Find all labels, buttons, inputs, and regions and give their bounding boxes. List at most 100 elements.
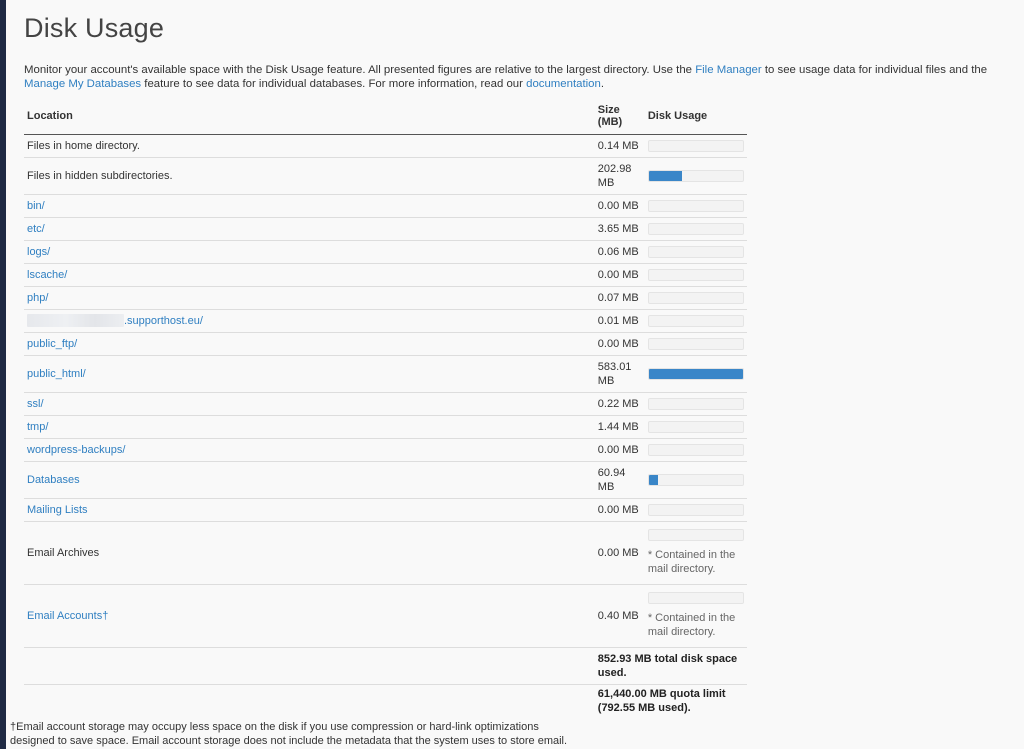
location-link-etc[interactable]: etc/ xyxy=(27,223,45,235)
row-size: 0.06 MB xyxy=(594,240,645,264)
table-row: php/ 0.07 MB xyxy=(24,286,747,310)
row-usage xyxy=(644,286,747,310)
mailing-lists-link[interactable]: Mailing Lists xyxy=(27,504,88,516)
table-row: Files in hidden subdirectories. 202.98 M… xyxy=(24,157,747,195)
row-size: 0.00 MB xyxy=(594,521,645,585)
location-link-lscache[interactable]: lscache/ xyxy=(27,269,67,281)
usage-bar xyxy=(647,222,744,235)
table-row: public_html/ 583.01 MB xyxy=(24,355,747,393)
file-manager-link[interactable]: File Manager xyxy=(695,64,761,76)
quota-limit: 61,440.00 MB quota limit (792.55 MB used… xyxy=(597,688,726,715)
row-size: 0.40 MB xyxy=(594,584,645,648)
row-location: Files in home directory. xyxy=(24,134,595,158)
row-usage xyxy=(644,263,747,287)
location-link-bin[interactable]: bin/ xyxy=(27,200,45,212)
row-usage xyxy=(644,438,747,462)
intro-text-4: . xyxy=(600,77,605,90)
quota-row: 61,440.00 MB quota limit (792.55 MB used… xyxy=(24,684,747,718)
intro-paragraph: Monitor your account's available space w… xyxy=(24,64,999,91)
usage-bar xyxy=(647,268,744,281)
domain-suffix: .supporthost.eu/ xyxy=(124,314,203,327)
usage-bar xyxy=(647,367,744,380)
table-header-row: Location Size (MB) Disk Usage xyxy=(24,99,747,135)
location-link-tmp[interactable]: tmp/ xyxy=(27,421,48,433)
total-row: 852.93 MB total disk space used. xyxy=(24,647,747,685)
row-size: 0.00 MB xyxy=(594,332,645,356)
row-usage: * Contained in the mail directory. xyxy=(644,584,747,648)
row-size: 583.01 MB xyxy=(594,355,645,393)
usage-bar xyxy=(647,420,744,433)
location-link-wordpress-backups[interactable]: wordpress-backups/ xyxy=(27,444,125,456)
intro-text-2: to see usage data for individual files a… xyxy=(761,64,988,76)
row-usage: * Contained in the mail directory. xyxy=(644,521,747,585)
table-row: Files in home directory. 0.14 MB xyxy=(24,134,747,158)
row-usage xyxy=(644,309,747,333)
table-row: bin/ 0.00 MB xyxy=(24,194,747,218)
table-row: .supporthost.eu/ 0.01 MB xyxy=(24,309,747,333)
header-size: Size (MB) xyxy=(594,99,645,135)
disk-usage-table: Location Size (MB) Disk Usage Files in h… xyxy=(24,99,747,718)
redacted-domain-blur xyxy=(27,314,124,328)
row-size: 0.07 MB xyxy=(594,286,645,310)
usage-bar xyxy=(647,314,744,327)
intro-text-3: feature to see data for individual datab… xyxy=(141,77,527,90)
manage-databases-link[interactable]: Manage My Databases xyxy=(24,78,141,90)
row-location: Email Archives xyxy=(24,521,595,585)
email-storage-footnote: †Email account storage may occupy less s… xyxy=(10,721,568,747)
location-link-public-ftp[interactable]: public_ftp/ xyxy=(27,338,77,350)
location-link-domain[interactable]: .supporthost.eu/ xyxy=(27,314,203,328)
usage-bar-fill xyxy=(648,474,659,485)
table-row: Mailing Lists 0.00 MB xyxy=(24,498,747,522)
mail-directory-note: * Contained in the mail directory. xyxy=(647,549,736,575)
row-size: 0.14 MB xyxy=(594,134,645,158)
row-size: 0.00 MB xyxy=(594,263,645,287)
header-disk-usage: Disk Usage xyxy=(644,99,747,135)
usage-bar xyxy=(647,529,744,541)
usage-bar xyxy=(647,139,744,152)
location-link-ssl[interactable]: ssl/ xyxy=(27,398,44,410)
usage-bar-fill xyxy=(648,170,682,181)
table-row: logs/ 0.06 MB xyxy=(24,240,747,264)
usage-bar-fill xyxy=(648,368,743,379)
table-row: tmp/ 1.44 MB xyxy=(24,415,747,439)
row-size: 60.94 MB xyxy=(594,461,645,499)
mail-directory-note: * Contained in the mail directory. xyxy=(647,612,736,638)
usage-bar xyxy=(647,169,744,182)
row-size: 1.44 MB xyxy=(594,415,645,439)
row-usage xyxy=(644,461,747,499)
row-size: 202.98 MB xyxy=(594,157,645,195)
documentation-link[interactable]: documentation xyxy=(526,78,601,90)
row-size: 3.65 MB xyxy=(594,217,645,241)
row-size: 0.01 MB xyxy=(594,309,645,333)
row-usage xyxy=(644,134,747,158)
usage-bar xyxy=(647,473,744,486)
usage-bar xyxy=(647,245,744,258)
table-row: Databases 60.94 MB xyxy=(24,461,747,499)
location-link-public-html[interactable]: public_html/ xyxy=(27,368,86,380)
row-usage xyxy=(644,355,747,393)
table-row: public_ftp/ 0.00 MB xyxy=(24,332,747,356)
row-usage xyxy=(644,240,747,264)
email-accounts-link[interactable]: Email Accounts† xyxy=(27,610,108,622)
row-size: 0.22 MB xyxy=(594,392,645,416)
row-usage xyxy=(644,332,747,356)
usage-bar xyxy=(647,397,744,410)
row-size: 0.00 MB xyxy=(594,194,645,218)
row-usage xyxy=(644,217,747,241)
row-usage xyxy=(644,157,747,195)
row-usage xyxy=(644,498,747,522)
databases-link[interactable]: Databases xyxy=(27,474,80,486)
usage-bar xyxy=(647,503,744,516)
header-location: Location xyxy=(24,99,595,135)
row-size: 0.00 MB xyxy=(594,438,645,462)
row-size: 0.00 MB xyxy=(594,498,645,522)
intro-text-1: Monitor your account's available space w… xyxy=(24,64,696,76)
location-link-logs[interactable]: logs/ xyxy=(27,246,50,258)
location-link-php[interactable]: php/ xyxy=(27,292,48,304)
table-row: etc/ 3.65 MB xyxy=(24,217,747,241)
usage-bar xyxy=(647,443,744,456)
total-disk-space-used: 852.93 MB total disk space used. xyxy=(594,647,747,685)
usage-bar xyxy=(647,199,744,212)
usage-bar xyxy=(647,337,744,350)
left-navigation-rail xyxy=(0,0,6,749)
